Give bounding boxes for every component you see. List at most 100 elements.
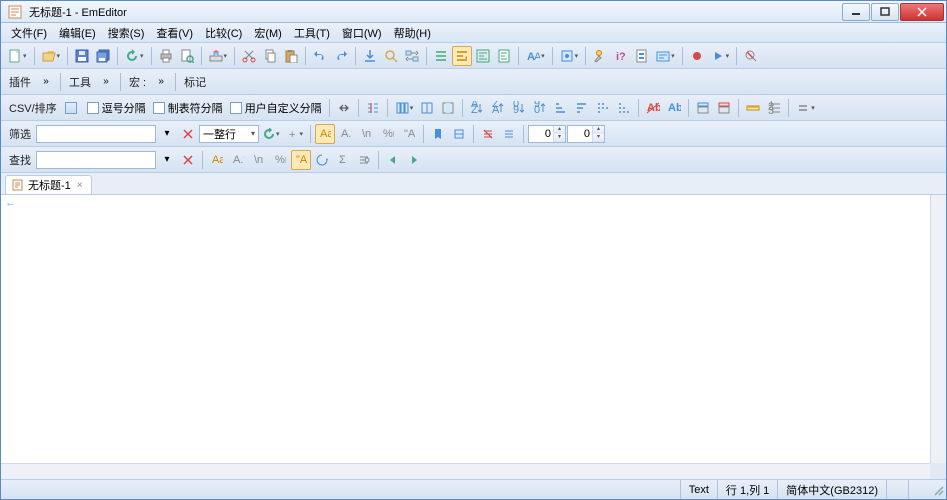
paste-button[interactable]	[281, 46, 301, 66]
filter-bookmark-button[interactable]	[428, 124, 448, 144]
close-button[interactable]	[900, 3, 944, 21]
find-button[interactable]	[381, 46, 401, 66]
resize-grip[interactable]	[930, 482, 946, 498]
menu-tools[interactable]: 工具(T)	[288, 23, 336, 43]
filter-negative-button[interactable]: Aa	[315, 124, 335, 144]
csv-comma-button[interactable]: 逗号分隔	[84, 98, 149, 118]
spin-down-icon[interactable]: ▾	[554, 134, 565, 142]
tab-close-button[interactable]: ×	[75, 180, 85, 191]
filter-above-spin[interactable]: ▴▾	[528, 125, 566, 143]
filter-whole-button[interactable]: "A"	[399, 124, 419, 144]
status-readonly[interactable]	[908, 480, 930, 499]
find-word-button[interactable]: "A"	[291, 150, 311, 170]
replace-button[interactable]	[402, 46, 422, 66]
open-file-button[interactable]: ▾	[39, 46, 64, 66]
sort-09-button[interactable]: 09	[509, 98, 529, 118]
select-column-button[interactable]	[438, 98, 458, 118]
expand-tools-button[interactable]: »	[96, 72, 116, 92]
clear-find-button[interactable]	[741, 46, 761, 66]
document-tab[interactable]: 无标题-1 ×	[5, 175, 92, 194]
convert-button[interactable]	[334, 98, 354, 118]
find-next-button[interactable]	[404, 150, 424, 170]
filter-dropdown[interactable]: ▾	[157, 124, 177, 144]
char-code-button[interactable]: i?	[611, 46, 631, 66]
find-regex-button[interactable]: A.*	[228, 150, 248, 170]
vertical-scrollbar[interactable]	[930, 195, 946, 479]
filter-out-button[interactable]	[478, 124, 498, 144]
save-all-button[interactable]	[93, 46, 113, 66]
find-advanced-button[interactable]	[354, 150, 374, 170]
play-button[interactable]: ▾	[708, 46, 733, 66]
expand-plugins-button[interactable]: »	[36, 72, 56, 92]
jump-button[interactable]	[360, 46, 380, 66]
print-preview-button[interactable]	[177, 46, 197, 66]
maximize-button[interactable]	[871, 3, 899, 21]
filter-scope-select[interactable]: 一整行	[199, 125, 259, 143]
minimize-button[interactable]	[842, 3, 870, 21]
status-position[interactable]: 行 1,列 1	[717, 480, 777, 499]
sort-len-asc-button[interactable]	[551, 98, 571, 118]
sort-words-asc-button[interactable]	[593, 98, 613, 118]
print-button[interactable]	[156, 46, 176, 66]
sort-len-desc-button[interactable]	[572, 98, 592, 118]
find-number-button[interactable]: %n	[270, 150, 290, 170]
launch-button[interactable]: ▾	[206, 46, 231, 66]
readonly-heading-button[interactable]	[714, 98, 734, 118]
normal-mode-button[interactable]	[62, 98, 83, 118]
csv-user-button[interactable]: 用户自定义分隔	[227, 98, 325, 118]
menu-view[interactable]: 查看(V)	[150, 23, 199, 43]
filter-above-value[interactable]	[529, 126, 553, 142]
reload-button[interactable]: ▾	[122, 46, 147, 66]
menu-edit[interactable]: 编辑(E)	[53, 23, 102, 43]
line-number-button[interactable]: 123	[764, 98, 784, 118]
sort-90-button[interactable]: 90	[530, 98, 550, 118]
undo-button[interactable]	[310, 46, 330, 66]
spin-down-icon[interactable]: ▾	[593, 134, 604, 142]
filter-below-spin[interactable]: ▴▾	[567, 125, 605, 143]
large-file-button[interactable]	[632, 46, 652, 66]
find-count-button[interactable]: Σ	[333, 150, 353, 170]
menu-help[interactable]: 帮助(H)	[388, 23, 437, 43]
columns-button[interactable]: ▾	[392, 98, 417, 118]
filter-refresh-button[interactable]: ▾	[260, 124, 283, 144]
ruler-button[interactable]	[743, 98, 763, 118]
find-prev-button[interactable]	[383, 150, 403, 170]
fixed-width-button[interactable]	[363, 98, 383, 118]
copy-button[interactable]	[260, 46, 280, 66]
wrap-window-button[interactable]	[473, 46, 493, 66]
filter-below-value[interactable]	[568, 126, 592, 142]
adjust-columns-button[interactable]	[417, 98, 437, 118]
find-escape-button[interactable]: \n	[249, 150, 269, 170]
find-around-button[interactable]	[312, 150, 332, 170]
csv-tab-button[interactable]: 制表符分隔	[150, 98, 226, 118]
find-clear-button[interactable]	[178, 150, 198, 170]
record-button[interactable]	[687, 46, 707, 66]
filter-regex-button[interactable]: A.*	[336, 124, 356, 144]
filter-extract-button[interactable]	[449, 124, 469, 144]
filter-escape-button[interactable]: \n	[357, 124, 377, 144]
menu-compare[interactable]: 比较(C)	[199, 23, 248, 43]
status-mode[interactable]: Text	[680, 480, 717, 499]
more-csv-button[interactable]: ▾	[793, 98, 818, 118]
wrap-page-button[interactable]	[494, 46, 514, 66]
sort-words-desc-button[interactable]	[614, 98, 634, 118]
font-size-button[interactable]: AA▾	[523, 46, 548, 66]
status-encoding[interactable]: 简体中文(GB2312)	[777, 480, 886, 499]
remove-dup-button[interactable]: Abc	[643, 98, 663, 118]
spin-up-icon[interactable]: ▴	[593, 126, 604, 134]
wrap-none-button[interactable]	[431, 46, 451, 66]
menu-macro[interactable]: 宏(M)	[248, 23, 288, 43]
output-button[interactable]: ▾	[653, 46, 678, 66]
editor-area[interactable]: ←	[1, 195, 946, 479]
heading-button[interactable]	[693, 98, 713, 118]
filter-multi-button[interactable]	[499, 124, 519, 144]
find-input[interactable]	[36, 151, 156, 169]
save-button[interactable]	[72, 46, 92, 66]
filter-input[interactable]	[36, 125, 156, 143]
sort-za-button[interactable]: ZA	[488, 98, 508, 118]
find-case-button[interactable]: Aa	[207, 150, 227, 170]
config-button[interactable]: ▾	[557, 46, 582, 66]
cut-button[interactable]	[239, 46, 259, 66]
wrap-char-button[interactable]	[452, 46, 472, 66]
find-dropdown[interactable]: ▾	[157, 150, 177, 170]
